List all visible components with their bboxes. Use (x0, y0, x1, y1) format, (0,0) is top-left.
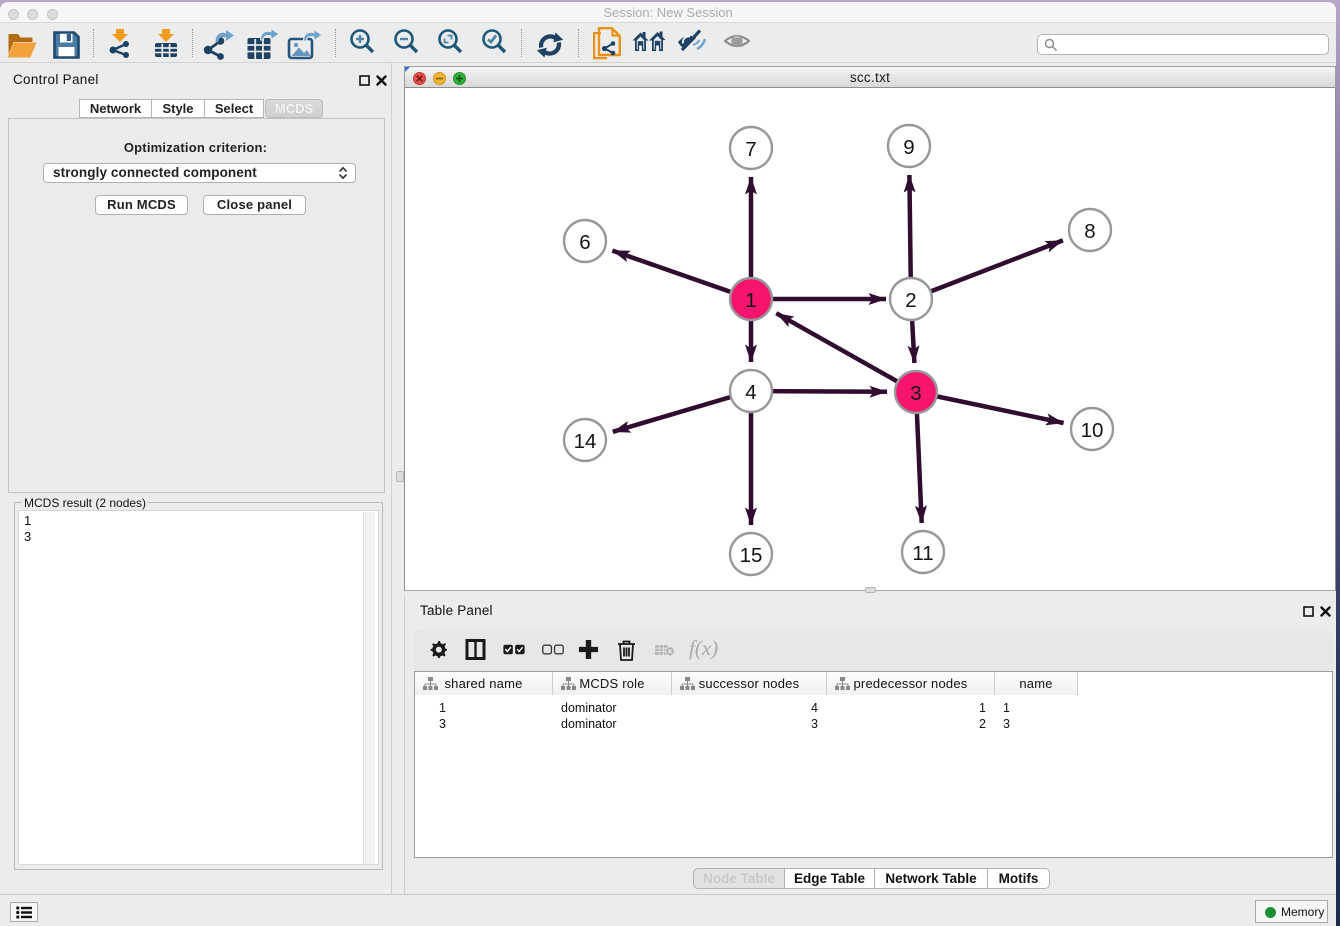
svg-text:3: 3 (910, 382, 921, 405)
svg-text:4: 4 (745, 381, 756, 404)
svg-text:6: 6 (579, 231, 590, 254)
svg-text:10: 10 (1081, 419, 1104, 442)
svg-text:11: 11 (912, 542, 933, 565)
svg-text:1: 1 (745, 289, 756, 312)
svg-text:2: 2 (905, 289, 916, 312)
svg-text:14: 14 (574, 430, 597, 453)
svg-text:8: 8 (1084, 220, 1095, 243)
svg-text:9: 9 (903, 136, 914, 159)
svg-text:7: 7 (745, 138, 756, 161)
svg-text:15: 15 (740, 544, 763, 567)
